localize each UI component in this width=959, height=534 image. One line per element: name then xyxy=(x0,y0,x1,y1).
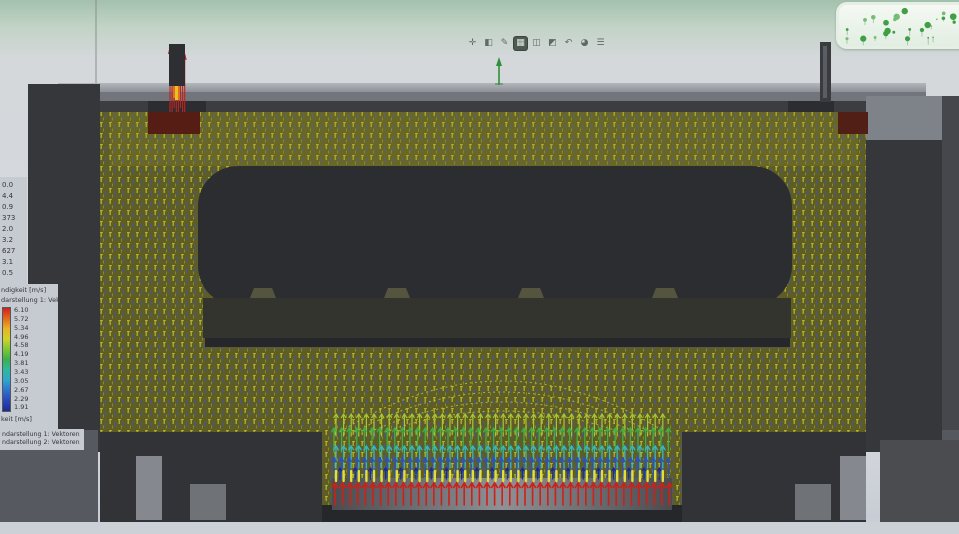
scale-tick-value: 6.10 xyxy=(14,307,28,314)
model-section-view[interactable] xyxy=(0,0,959,534)
origin-triad xyxy=(495,57,503,85)
foot-block xyxy=(795,484,831,520)
view-orientation-icon[interactable]: ▦ xyxy=(514,37,527,50)
scale-tick-value: 1.91 xyxy=(14,404,28,411)
scene-options-icon[interactable]: ☰ xyxy=(594,37,607,50)
legend-value-fragment: 4.4 xyxy=(0,191,27,202)
undo-view-icon[interactable]: ↶ xyxy=(562,37,575,50)
appearance-icon[interactable]: ◕ xyxy=(578,37,591,50)
scale-tick-value: 3.81 xyxy=(14,360,28,367)
flow-simulation-viewport[interactable]: ✛◧✎▦◫◩↶◕☰ 0.04.40.93732.03.26273.10.5 nd… xyxy=(0,0,959,534)
scale-tick-value: 4.19 xyxy=(14,351,28,358)
hide-show-icon[interactable]: ◩ xyxy=(546,37,559,50)
legend-value-fragment: 0.5 xyxy=(0,268,27,279)
scale-tick-value: 3.43 xyxy=(14,369,28,376)
legend-title-fragment: ndigkeit [m/s] xyxy=(0,284,58,294)
legend-velocity-scale: ndigkeit [m/s] darstellung 1: Vektoren 6… xyxy=(0,284,58,430)
plot-list-entry: ndarstellung 2: Vektoren xyxy=(0,439,84,447)
plot-list-entry: ndarstellung 1: Vektoren xyxy=(0,431,84,439)
legend-plot-list: ndarstellung 1: Vektorenndarstellung 2: … xyxy=(0,429,84,450)
display-style-icon[interactable]: ◫ xyxy=(530,37,543,50)
sketch-icon[interactable]: ✎ xyxy=(498,37,511,50)
particle-preview-panel[interactable] xyxy=(836,2,959,49)
legend-plot-fragment: darstellung 1: Vektoren xyxy=(0,294,58,304)
scale-tick-value: 2.29 xyxy=(14,396,28,403)
top-plate xyxy=(58,83,926,116)
scale-tick-value: 5.72 xyxy=(14,316,28,323)
legend-value-fragment: 627 xyxy=(0,246,27,257)
foot-block xyxy=(136,456,162,520)
legend-value-fragment: 373 xyxy=(0,213,27,224)
scale-tick-value: 5.34 xyxy=(14,325,28,332)
foot-block xyxy=(840,456,866,520)
particle-dots xyxy=(839,5,959,46)
color-scale-values: 6.10 5.72 5.34 4.964.58 4.19 3.81 3.43 3.05 2.67… xyxy=(14,307,28,411)
measure-icon[interactable]: ✛ xyxy=(466,37,479,50)
scale-tick-value: 4.96 xyxy=(14,334,28,341)
legend-value-fragment: 0.9 xyxy=(0,202,27,213)
foot-block xyxy=(190,484,226,520)
section-view-icon[interactable]: ◧ xyxy=(482,37,495,50)
heads-up-toolbar: ✛◧✎▦◫◩↶◕☰ xyxy=(466,37,607,50)
scale-tick-value: 2.67 xyxy=(14,387,28,394)
scale-tick-value: 3.05 xyxy=(14,378,28,385)
legend-value-fragment: 3.1 xyxy=(0,257,27,268)
legend-value-fragment: 0.0 xyxy=(0,180,27,191)
viewport-bottom-strip xyxy=(0,522,959,534)
legend-unit-fragment: keit [m/s] xyxy=(0,412,58,423)
inner-body xyxy=(198,166,792,347)
legend-value-fragment: 2.0 xyxy=(0,224,27,235)
legend-value-fragment: 3.2 xyxy=(0,235,27,246)
legend-upper-truncated: 0.04.40.93732.03.26273.10.5 xyxy=(0,177,27,287)
color-scale-bar xyxy=(2,307,11,412)
scale-tick-value: 4.58 xyxy=(14,342,28,349)
